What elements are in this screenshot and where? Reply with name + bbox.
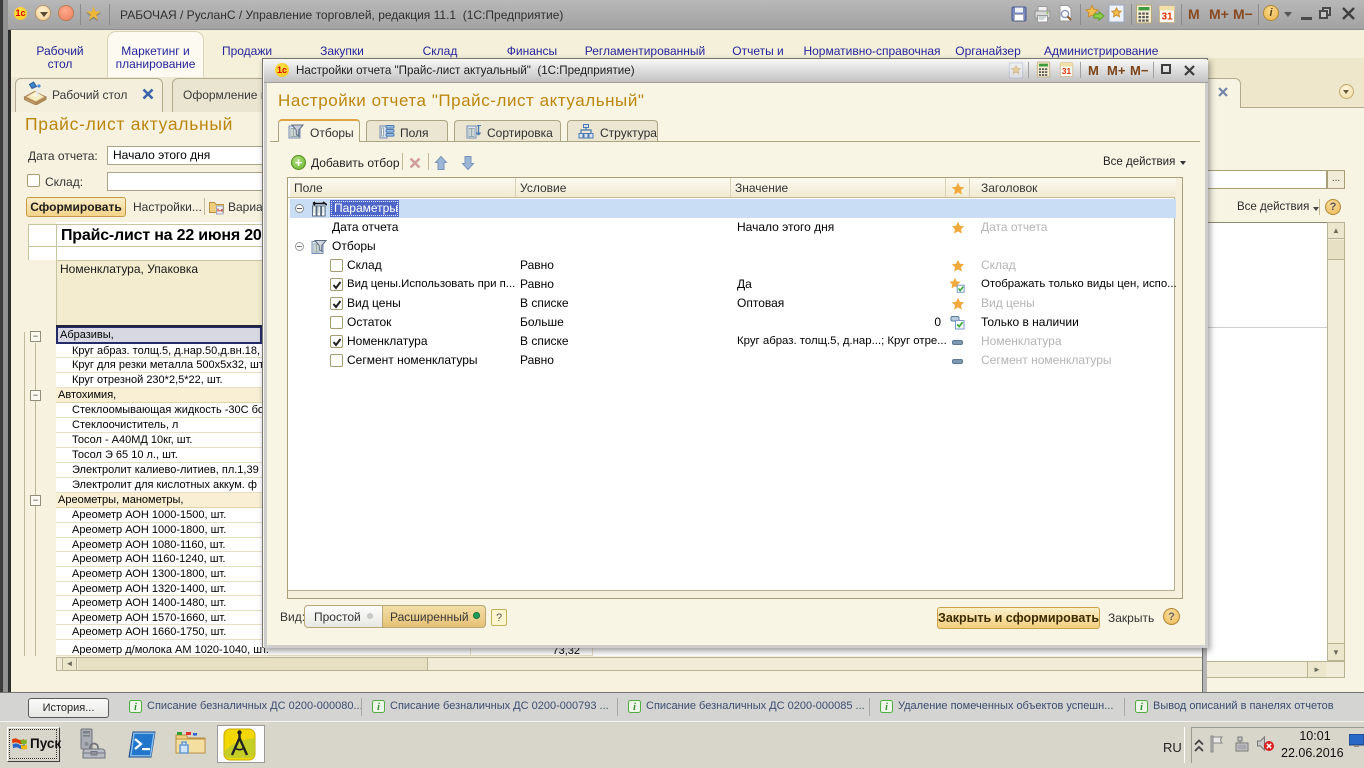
- svg-text:i: i: [1140, 702, 1143, 713]
- svg-text:31: 31: [1062, 66, 1072, 76]
- svg-text:31: 31: [1161, 12, 1173, 23]
- svg-text:i: i: [633, 702, 636, 713]
- svg-text:i: i: [377, 702, 380, 713]
- svg-text:i: i: [134, 702, 137, 713]
- svg-text:i: i: [885, 702, 888, 713]
